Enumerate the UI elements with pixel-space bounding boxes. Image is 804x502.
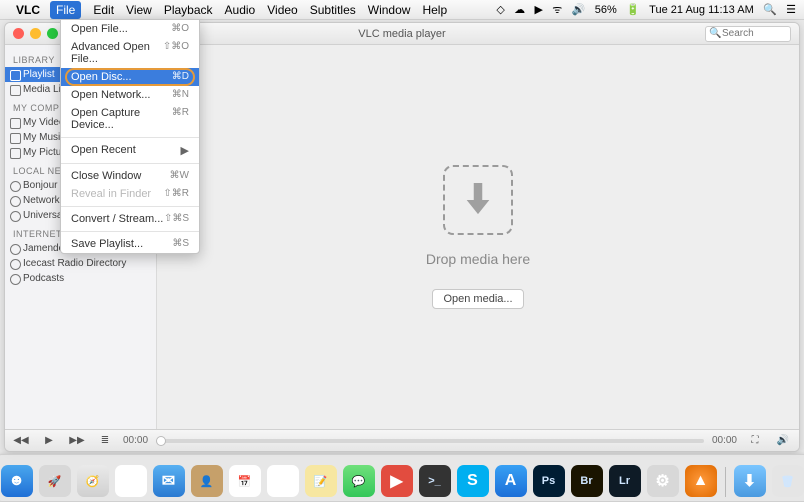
system-tray: ◇ ☁ ▶ ᯤ 🔊 56% 🔋 Tue 21 Aug 11:13 AM 🔍 ☰ [490,2,796,17]
dock-app-terminal[interactable]: >_ [419,465,451,497]
prev-button[interactable]: ◀◀ [11,435,31,446]
battery-percent[interactable]: 56% [595,4,617,16]
open-media-button[interactable]: Open media... [432,289,523,309]
dock-app-launchpad[interactable]: 🚀 [39,465,71,497]
dock-app-safari[interactable]: 🧭 [77,465,109,497]
menu-view[interactable]: View [126,3,152,17]
dropzone[interactable] [443,165,513,235]
file-menu: Open File...⌘OAdvanced Open File...⇧⌘OOp… [60,19,200,254]
dock-app-reminders[interactable]: ☑ [267,465,299,497]
menu-help[interactable]: Help [422,3,447,17]
menu-subtitles[interactable]: Subtitles [310,3,356,17]
wifi-tray-icon[interactable]: ᯤ [552,4,562,16]
arrow-down-icon [461,180,495,220]
battery-tray-icon[interactable]: 🔋 [626,4,640,16]
menu-extras-icon[interactable]: ☰ [786,4,796,16]
menu-item-convert-stream[interactable]: Convert / Stream...⇧⌘S [61,210,199,228]
dock-app-calendar[interactable]: 📅 [229,465,261,497]
menu-audio[interactable]: Audio [225,3,256,17]
player-tray-icon[interactable]: ▶ [534,4,542,16]
search-icon: 🔍 [709,28,721,39]
cloud-tray-icon[interactable]: ☁ [514,4,525,16]
sidebar-item-podcasts[interactable]: Podcasts [5,271,156,286]
dock-app-appstore[interactable]: A [495,465,527,497]
dock-wrap: ☻🚀🧭◉✉👤📅☑📝💬▶>_SAPsBrLr⚙▲ ⬇🗑 [0,454,804,502]
menu-edit[interactable]: Edit [93,3,114,17]
spotlight-icon[interactable]: 🔍 [763,4,777,16]
menu-item-open-network[interactable]: Open Network...⌘N [61,86,199,104]
menu-item-open-recent[interactable]: Open Recent▶ [61,141,199,160]
menu-item-advanced-open-file[interactable]: Advanced Open File...⇧⌘O [61,38,199,68]
next-button[interactable]: ▶▶ [67,435,87,446]
menu-file[interactable]: File [50,1,81,19]
clock[interactable]: Tue 21 Aug 11:13 AM [649,4,754,16]
menu-window[interactable]: Window [368,3,411,17]
fullscreen-button[interactable]: ⛶ [745,435,765,446]
menu-item-open-capture-device[interactable]: Open Capture Device...⌘R [61,104,199,134]
dock-app-lightroom[interactable]: Lr [609,465,641,497]
dropzone-label: Drop media here [426,251,530,267]
menu-item-open-disc[interactable]: Open Disc...⌘D [61,68,199,86]
dock-app-downloads[interactable]: ⬇ [734,465,766,497]
dock-app-skype[interactable]: S [457,465,489,497]
time-elapsed: 00:00 [123,435,148,446]
system-menubar: VLC File Edit View Playback Audio Video Subtit… [0,0,804,20]
dock-app-trash[interactable]: 🗑 [772,465,804,497]
playlist-toggle-button[interactable]: ≣ [95,435,115,446]
dock-app-preferences[interactable]: ⚙ [647,465,679,497]
dock-app-contacts[interactable]: 👤 [191,465,223,497]
menu-video[interactable]: Video [267,3,297,17]
dock: ☻🚀🧭◉✉👤📅☑📝💬▶>_SAPsBrLr⚙▲ ⬇🗑 [0,454,804,502]
dock-app-finder[interactable]: ☻ [1,465,33,497]
dock-app-photoshop[interactable]: Ps [533,465,565,497]
menu-item-reveal-in-finder: Reveal in Finder⇧⌘R [61,185,199,203]
menu-item-open-file[interactable]: Open File...⌘O [61,20,199,38]
dock-app-bridge[interactable]: Br [571,465,603,497]
menu-item-close-window[interactable]: Close Window⌘W [61,167,199,185]
play-button[interactable]: ▶ [39,435,59,446]
menu-item-save-playlist[interactable]: Save Playlist...⌘S [61,235,199,253]
dock-app-vlc[interactable]: ▲ [685,465,717,497]
sidebar-item-icecast-radio-directory[interactable]: Icecast Radio Directory [5,256,156,271]
main-panel: Drop media here Open media... [157,45,799,429]
dock-app-anydesk[interactable]: ▶ [381,465,413,497]
dropbox-tray-icon[interactable]: ◇ [496,4,504,16]
dock-app-chrome[interactable]: ◉ [115,465,147,497]
dock-app-notes[interactable]: 📝 [305,465,337,497]
volume-tray-icon[interactable]: 🔊 [572,4,586,16]
time-total: 00:00 [712,435,737,446]
playback-controls: ◀◀ ▶ ▶▶ ≣ 00:00 00:00 ⛶ 🔊 [5,429,799,451]
seek-slider[interactable] [156,439,704,443]
dock-app-messages[interactable]: 💬 [343,465,375,497]
volume-button[interactable]: 🔊 [773,435,793,446]
menu-playback[interactable]: Playback [164,3,213,17]
dock-app-mail[interactable]: ✉ [153,465,185,497]
app-name[interactable]: VLC [16,3,40,17]
